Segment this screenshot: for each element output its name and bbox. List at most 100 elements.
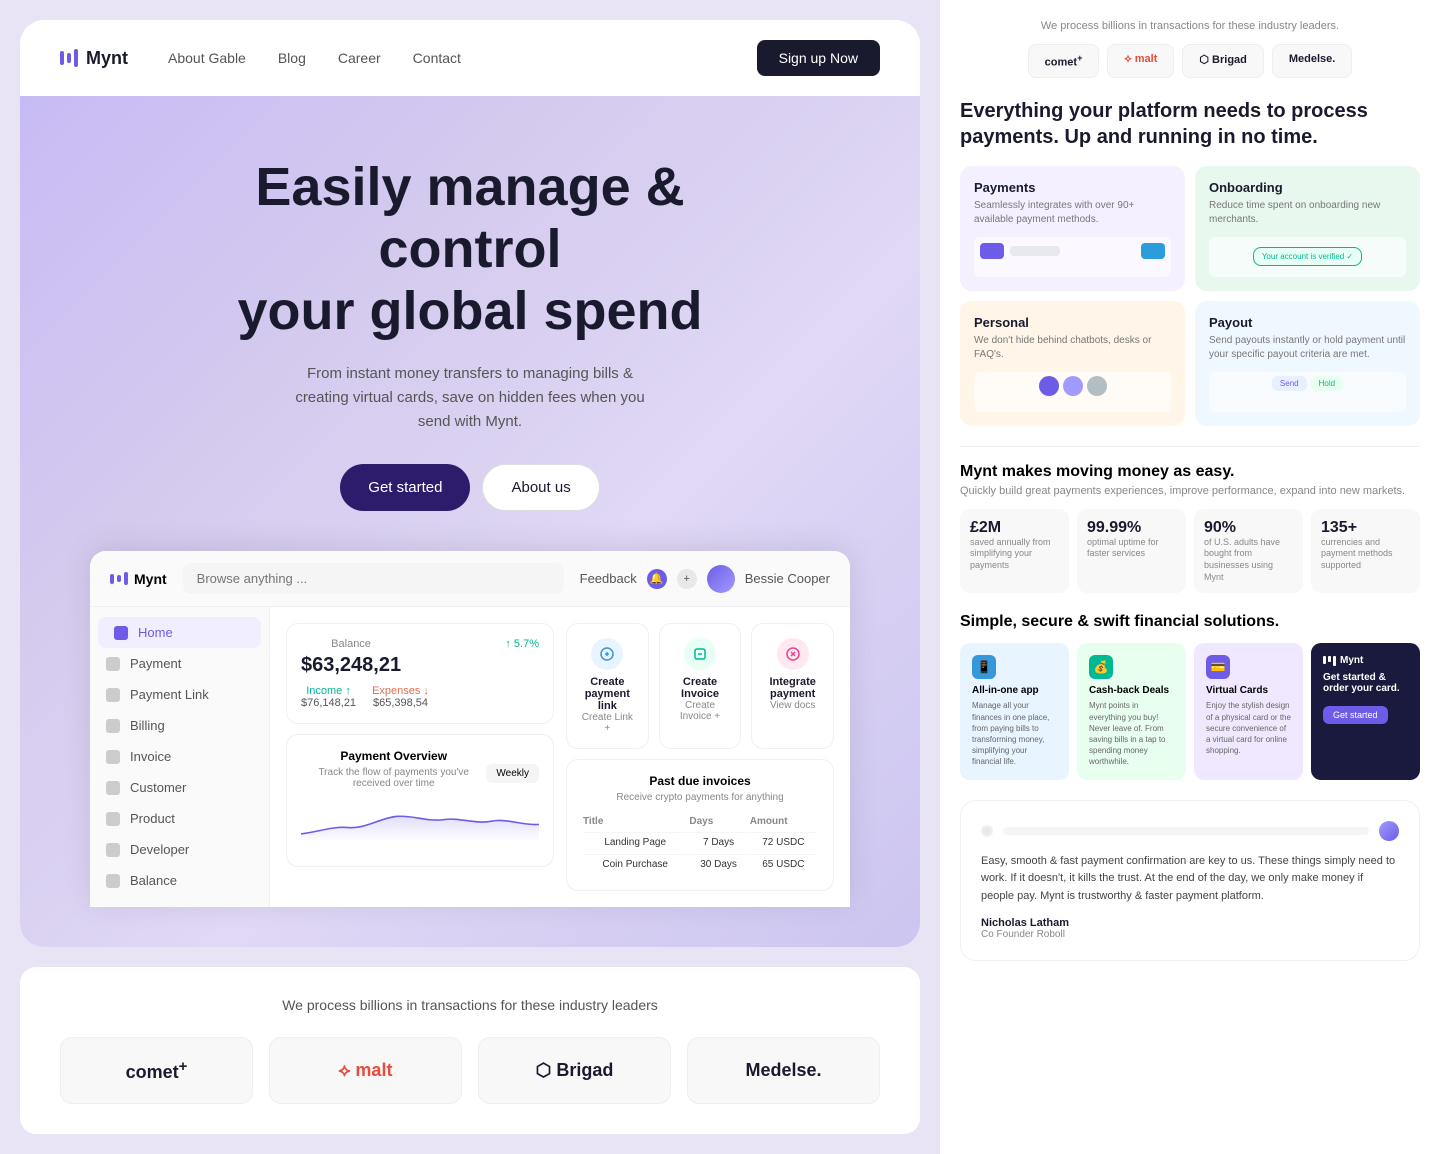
dash-sidebar: Home Payment Payment Link Billing	[90, 607, 270, 907]
partners-section: We process billions in transactions for …	[20, 967, 920, 1134]
partner-medelse: Medelse.	[687, 1037, 880, 1104]
signup-button[interactable]: Sign up Now	[757, 40, 880, 76]
left-section: Mynt About Gable Blog Career Contact Sig…	[0, 0, 940, 1154]
action-payment-link-title: Create payment link	[581, 676, 634, 712]
partner-comet: comet+	[60, 1037, 253, 1104]
solution-virtual-title: Virtual Cards	[1206, 685, 1291, 696]
product-icon	[106, 812, 120, 826]
weekly-button[interactable]: Weekly	[486, 764, 539, 783]
stat-90: 90% of U.S. adults have bought from busi…	[1194, 509, 1303, 594]
feature-payout-title: Payout	[1209, 315, 1406, 330]
navbar: Mynt About Gable Blog Career Contact Sig…	[20, 20, 920, 96]
dash-nav-home-label: Home	[138, 625, 173, 640]
stat-uptime: 99.99% optimal uptime for faster service…	[1077, 509, 1186, 594]
dash-nav-balance[interactable]: Balance	[90, 865, 269, 896]
solutions-title: Simple, secure & swift financial solutio…	[960, 613, 1420, 631]
col-days: Days	[689, 813, 747, 830]
dash-nav-home[interactable]: Home	[98, 617, 261, 648]
stat-2m-num: £2M	[970, 519, 1059, 537]
logo[interactable]: Mynt	[60, 48, 128, 69]
add-icon[interactable]: +	[677, 569, 697, 589]
invoice-create-icon	[684, 638, 716, 670]
moving-money-sub: Quickly build great payments experiences…	[960, 485, 1420, 497]
action-integrate: Integrate payment View docs	[751, 623, 834, 749]
dash-header: Mynt Feedback 🔔 + Bessie Cooper	[90, 551, 850, 607]
hero-subtext: From instant money transfers to managing…	[290, 362, 650, 434]
hero-section: Easily manage & control your global spen…	[20, 96, 920, 947]
overview-sub: Track the flow of payments you've receiv…	[301, 767, 486, 789]
solutions-cards: 📱 All-in-one app Manage all your finance…	[960, 643, 1420, 779]
user-avatar[interactable]	[707, 565, 735, 593]
logo-icon	[60, 49, 78, 67]
stat-2m: £2M saved annually from simplifying your…	[960, 509, 1069, 594]
billing-icon	[106, 719, 120, 733]
action-invoice-sub[interactable]: Create Invoice +	[674, 700, 727, 722]
feature-payments-desc: Seamlessly integrates with over 90+ avai…	[974, 199, 1171, 227]
expense-label: Expenses ↓	[372, 685, 429, 697]
dash-bar-1	[110, 574, 114, 584]
action-integrate-sub[interactable]: View docs	[766, 700, 819, 711]
dash-nav-billing[interactable]: Billing	[90, 710, 269, 741]
right-partners: We process billions in transactions for …	[960, 20, 1420, 78]
payment-link-icon	[106, 688, 120, 702]
hero-buttons: Get started About us	[60, 464, 880, 511]
feedback-label[interactable]: Feedback	[580, 571, 637, 586]
solution-getstarted-title: Get started & order your card.	[1323, 672, 1408, 694]
testimonial-avatar	[1379, 821, 1399, 841]
solution-allinone-desc: Manage all your finances in one place, f…	[972, 700, 1057, 767]
stat-135: 135+ currencies and payment methods supp…	[1311, 509, 1420, 594]
col-title: Title	[583, 813, 687, 830]
solution-cashback: 💰 Cash-back Deals Mynt points in everyth…	[1077, 643, 1186, 779]
stat-90-num: 90%	[1204, 519, 1293, 537]
notification-icon[interactable]: 🔔	[647, 569, 667, 589]
feature-grid: Payments Seamlessly integrates with over…	[960, 166, 1420, 426]
expense-value: $65,398,54	[372, 697, 429, 709]
partner-brigad: ⬡ Brigad	[478, 1037, 671, 1104]
get-started-button[interactable]: Get started	[340, 464, 470, 511]
nav-blog[interactable]: Blog	[278, 50, 306, 66]
dash-nav-payment-link[interactable]: Payment Link	[90, 679, 269, 710]
home-icon	[114, 626, 128, 640]
income-value: $76,148,21	[301, 697, 356, 709]
dash-nav-product[interactable]: Product	[90, 803, 269, 834]
dash-nav-invoice[interactable]: Invoice	[90, 741, 269, 772]
cashback-icon: 💰	[1089, 655, 1113, 679]
nav-contact[interactable]: Contact	[413, 50, 461, 66]
dash-nav-customer[interactable]: Customer	[90, 772, 269, 803]
invoice-card: Past due invoices Receive crypto payment…	[566, 759, 834, 891]
col-amount: Amount	[750, 813, 817, 830]
solution-getstarted-button[interactable]: Get started	[1323, 706, 1388, 724]
hero-headline: Easily manage & control your global spen…	[170, 156, 770, 342]
about-us-button[interactable]: About us	[482, 464, 599, 511]
platform-section: Everything your platform needs to proces…	[960, 98, 1420, 426]
solution-virtual-desc: Enjoy the stylish design of a physical c…	[1206, 700, 1291, 756]
solution-cashback-desc: Mynt points in everything you buy! Never…	[1089, 700, 1174, 767]
nav-career[interactable]: Career	[338, 50, 381, 66]
action-payment-link-sub[interactable]: Create Link +	[581, 712, 634, 734]
dashboard-preview: Mynt Feedback 🔔 + Bessie Cooper	[90, 551, 850, 907]
right-logo-comet: comet+	[1028, 44, 1100, 78]
nav-about-gable[interactable]: About Gable	[168, 50, 246, 66]
solutions-section: Simple, secure & swift financial solutio…	[960, 613, 1420, 779]
dash-nav-payment[interactable]: Payment	[90, 648, 269, 679]
dash-nav-developer[interactable]: Developer	[90, 834, 269, 865]
right-logos: comet+ ⟡ malt ⬡ Brigad Medelse.	[960, 44, 1420, 78]
action-invoice-title: Create Invoice	[674, 676, 727, 700]
invoice-table: Title Days Amount Landing Page 7	[581, 811, 819, 876]
main-card: Mynt About Gable Blog Career Contact Sig…	[20, 20, 920, 947]
feature-payout: Payout Send payouts instantly or hold pa…	[1195, 301, 1420, 426]
feature-personal-title: Personal	[974, 315, 1171, 330]
testimonial-author: Nicholas Latham	[981, 917, 1399, 929]
solution-allinone-title: All-in-one app	[972, 685, 1057, 696]
feature-payments-visual	[974, 237, 1171, 277]
invoice-sub: Receive crypto payments for anything	[581, 792, 819, 803]
right-logo-brigad: ⬡ Brigad	[1182, 44, 1264, 78]
right-partners-label: We process billions in transactions for …	[960, 20, 1420, 32]
payment-icon	[106, 657, 120, 671]
invoice-row-2: Coin Purchase 30 Days 65 USDC	[583, 854, 817, 874]
stats-grid: £2M saved annually from simplifying your…	[960, 509, 1420, 594]
stat-uptime-num: 99.99%	[1087, 519, 1176, 537]
partner-brigad-logo: ⬡ Brigad	[536, 1060, 614, 1081]
dash-left-col: Balance $63,248,21 ↑ 5.7% Inco	[286, 623, 554, 891]
dash-search-input[interactable]	[183, 563, 564, 594]
